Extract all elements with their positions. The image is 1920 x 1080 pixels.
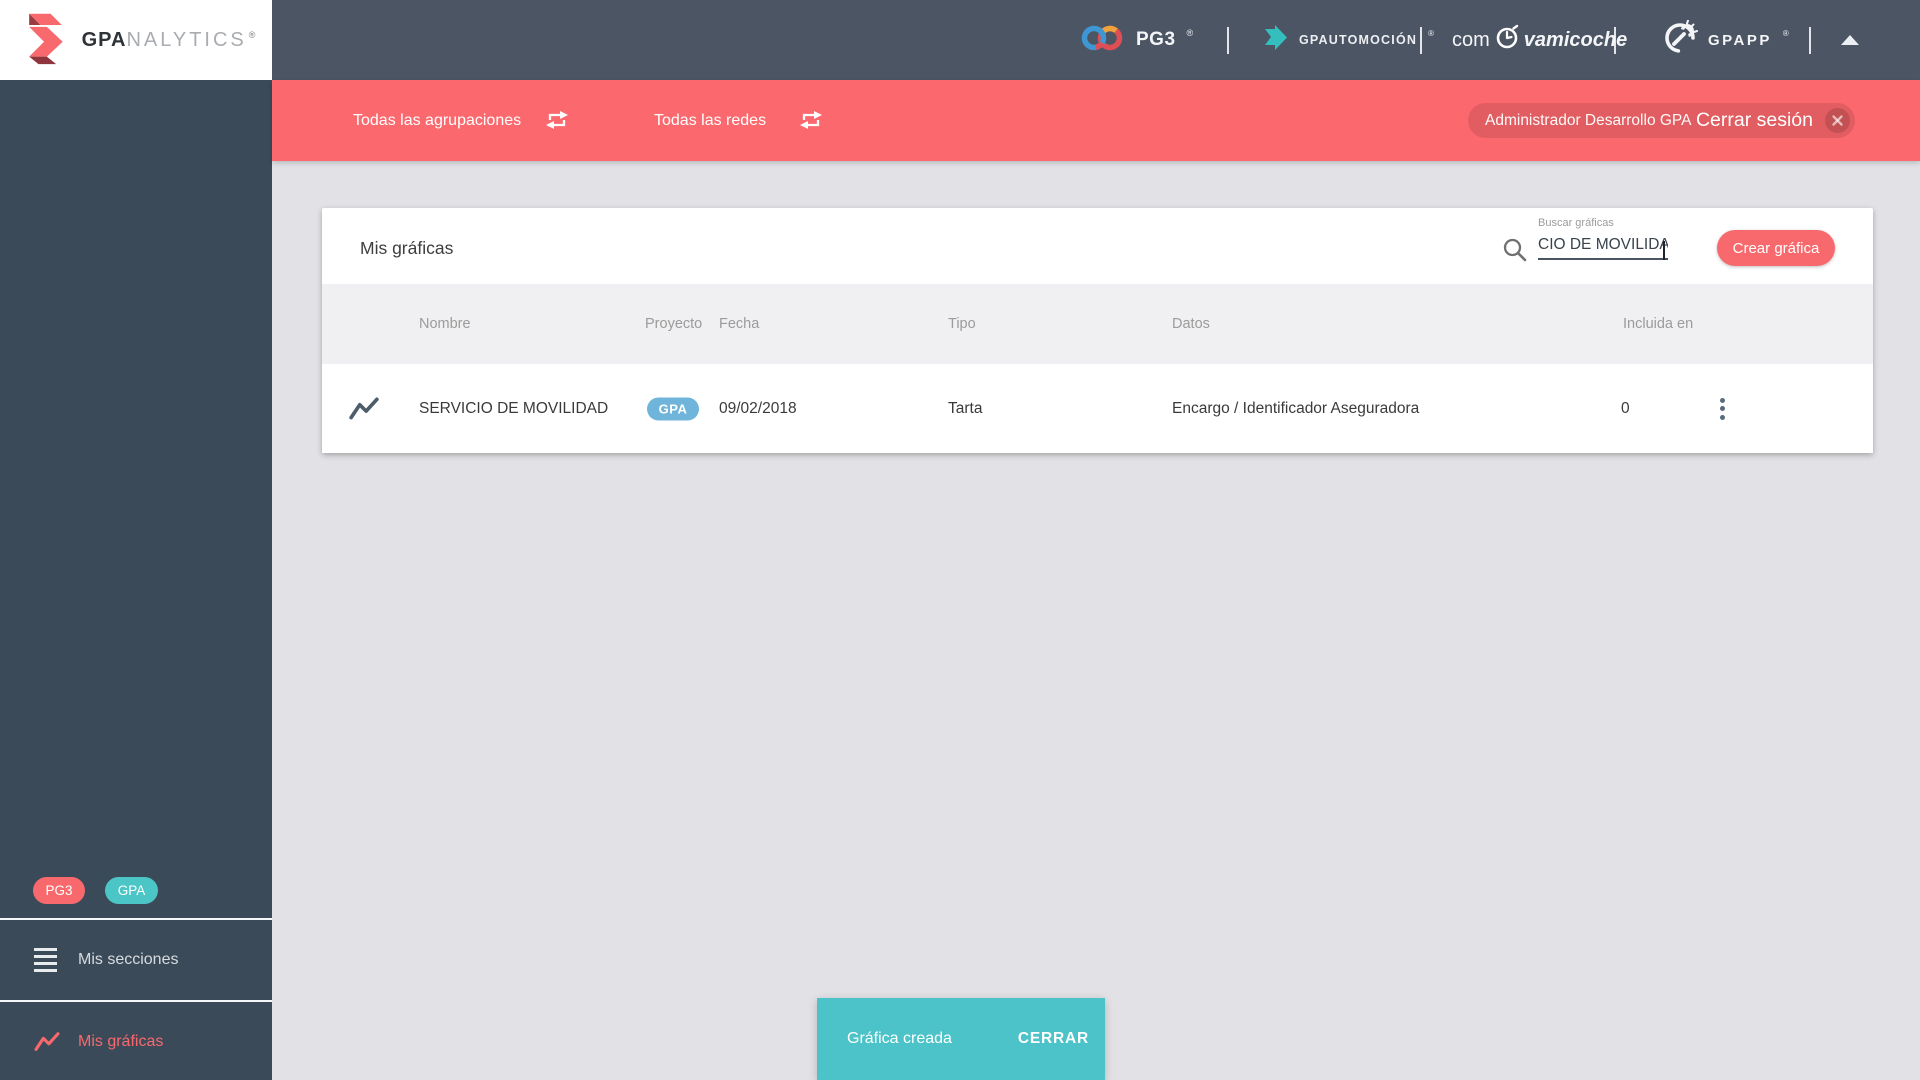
sidebar-item-label: Mis gráficas	[78, 1033, 164, 1050]
filter-bar: Todas las agrupaciones Todas las redes A…	[272, 80, 1920, 161]
toast-message: Gráfica creada	[847, 1030, 952, 1047]
topbar-separator	[1809, 27, 1811, 54]
brand-nalytics-label: NALYTICS	[126, 28, 247, 51]
sidebar-item-mis-graficas[interactable]: Mis gráficas	[0, 1002, 272, 1080]
gpautomocion-arrow-icon	[1262, 24, 1289, 56]
project-badge: GPA	[647, 397, 699, 420]
brand-gpa-label: GPA	[81, 28, 127, 51]
sidebar: PG3 GPA Mis secciones Mis gráficas	[0, 80, 272, 1080]
gpautomocion-logo[interactable]: GPAUTOMOCIÓN ®	[1262, 0, 1434, 80]
table-row[interactable]: SERVICIO DE MOVILIDAD GPA 09/02/2018 Tar…	[322, 364, 1873, 453]
cell-fecha: 09/02/2018	[719, 399, 797, 417]
kebab-menu-icon[interactable]	[1708, 394, 1736, 424]
top-bar: PG3 ® GPAUTOMOCIÓN ® com vamicoche GPAPP…	[0, 0, 1920, 80]
my-charts-card: Mis gráficas Buscar gráficas Crear gráfi…	[322, 208, 1873, 453]
topbar-separator	[1614, 27, 1616, 54]
pg3-reg: ®	[1186, 28, 1194, 38]
cell-tipo: Tarta	[948, 399, 983, 417]
cell-incluida-en: 0	[1621, 399, 1630, 417]
gpa-arrow-icon	[17, 11, 73, 70]
chart-line-icon	[34, 1031, 60, 1053]
swap-networks-icon[interactable]	[798, 108, 824, 134]
column-header-datos: Datos	[1172, 316, 1210, 332]
search-icon[interactable]	[1502, 237, 1528, 263]
sidebar-item-mis-secciones[interactable]: Mis secciones	[0, 920, 272, 1000]
sidebar-badge-pg3[interactable]: PG3	[33, 877, 85, 904]
topbar-separator	[1227, 27, 1229, 54]
brand-reg: ®	[248, 29, 256, 40]
sidebar-item-label: Mis secciones	[78, 951, 179, 968]
snackbar-toast: Gráfica creada CERRAR	[817, 998, 1105, 1080]
sidebar-badge-gpa[interactable]: GPA	[105, 877, 158, 904]
toast-close-button[interactable]: CERRAR	[1018, 1030, 1089, 1048]
column-header-fecha: Fecha	[719, 316, 760, 332]
search-input[interactable]	[1538, 234, 1668, 260]
comparamicoche-right-label: vamicoche	[1523, 28, 1628, 51]
pg3-infinity-icon	[1080, 23, 1126, 58]
create-chart-button[interactable]: Crear gráfica	[1717, 230, 1835, 266]
search-field-label: Buscar gráficas	[1538, 217, 1614, 229]
topbar-separator	[1420, 27, 1422, 54]
networks-filter[interactable]: Todas las redes	[654, 80, 766, 161]
gpapp-label: GPAPP	[1708, 31, 1772, 49]
groupings-filter-label: Todas las agrupaciones	[353, 111, 522, 129]
gpapp-logo[interactable]: GPAPP ®	[1662, 0, 1789, 80]
groupings-filter[interactable]: Todas las agrupaciones	[353, 80, 521, 161]
user-name: Administrador Desarrollo GPA	[1485, 111, 1692, 129]
chevron-up-icon	[1841, 35, 1859, 45]
app-screen: PG3 ® GPAUTOMOCIÓN ® com vamicoche GPAPP…	[0, 0, 1920, 1080]
user-session-pill: Administrador Desarrollo GPA Cerrar sesi…	[1468, 103, 1855, 138]
cell-datos: Encargo / Identificador Aseguradora	[1172, 399, 1420, 417]
comparamicoche-left-label: com	[1452, 28, 1490, 51]
pg3-label: PG3	[1136, 29, 1176, 50]
gpautomocion-label: GPAUTOMOCIÓN	[1299, 33, 1418, 47]
text-caret	[1663, 241, 1665, 260]
logout-button[interactable]: Cerrar sesión	[1696, 109, 1813, 132]
gpa-analytics-logo[interactable]: GPA NALYTICS ®	[0, 0, 272, 80]
logout-close-icon[interactable]	[1825, 108, 1850, 133]
search-field: Buscar gráficas	[1538, 217, 1668, 260]
comparamicoche-logo[interactable]: com vamicoche	[1452, 0, 1627, 80]
gpautomocion-reg: ®	[1428, 28, 1435, 38]
column-header-tipo: Tipo	[948, 316, 976, 332]
pg3-logo[interactable]: PG3 ®	[1080, 0, 1193, 80]
collapse-topbar-button[interactable]	[1828, 0, 1872, 80]
networks-filter-label: Todas las redes	[654, 111, 767, 129]
clock-icon	[1494, 24, 1520, 56]
gpapp-reg: ®	[1782, 28, 1789, 38]
swap-groupings-icon[interactable]	[544, 108, 570, 134]
column-header-incluida-en: Incluida en	[1623, 316, 1694, 332]
page-title: Mis gráficas	[360, 238, 454, 258]
cell-nombre: SERVICIO DE MOVILIDAD	[419, 399, 609, 417]
wrench-icon	[1662, 19, 1698, 61]
chart-line-icon	[349, 396, 379, 422]
column-header-proyecto: Proyecto	[645, 316, 703, 332]
menu-icon	[34, 946, 58, 974]
table-header: Nombre Proyecto Fecha Tipo Datos Incluid…	[322, 284, 1873, 364]
column-header-nombre: Nombre	[419, 316, 471, 332]
